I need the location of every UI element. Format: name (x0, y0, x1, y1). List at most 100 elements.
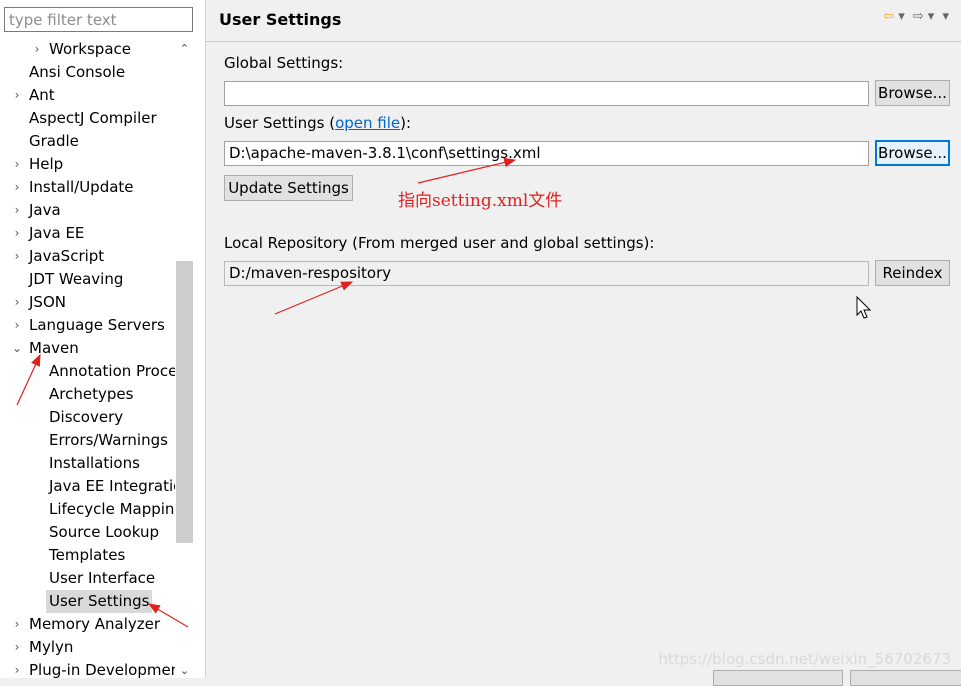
back-menu-icon[interactable]: ▾ (898, 9, 905, 24)
local-repository-field: D:/maven-respository (224, 261, 869, 286)
tree-item[interactable]: Templates (0, 544, 175, 567)
tree-item[interactable]: › Language Servers (0, 314, 175, 337)
tree-item-label: Annotation Processing (49, 362, 175, 380)
tree-item-label: Lifecycle Mappings (49, 500, 175, 518)
local-repository-label: Local Repository (From merged user and g… (224, 234, 655, 252)
tree-item-label: Help (29, 155, 64, 173)
tree-item[interactable]: › JSON (0, 291, 175, 314)
tree-item[interactable]: JDT Weaving (0, 268, 175, 291)
tree-scrollbar[interactable]: ⌃ ⌄ (176, 38, 193, 678)
collapsed-chevron-icon[interactable]: › (11, 636, 23, 659)
collapsed-chevron-icon[interactable]: › (31, 38, 43, 61)
collapsed-chevron-icon[interactable]: › (11, 659, 23, 678)
tree-item[interactable]: › Java (0, 199, 175, 222)
preferences-sidebar: › Workspace Ansi Console › Ant AspectJ Compil… (0, 0, 206, 678)
tree-item[interactable]: Errors/Warnings (0, 429, 175, 452)
back-arrow-icon[interactable]: ⇦ (883, 9, 894, 24)
scroll-up-icon[interactable]: ⌃ (176, 40, 193, 58)
tree-item-label: Memory Analyzer (29, 615, 161, 633)
annotation-text: 指向setting.xml文件 (398, 191, 563, 211)
global-settings-label: Global Settings: (224, 54, 344, 72)
global-settings-field[interactable] (224, 81, 869, 106)
user-settings-field[interactable]: D:\apache-maven-3.8.1\conf\settings.xml (224, 141, 869, 166)
restore-defaults-button[interactable] (713, 670, 843, 686)
collapsed-chevron-icon[interactable]: › (11, 613, 23, 636)
tree-item[interactable]: Archetypes (0, 383, 175, 406)
tree-item[interactable]: User Interface (0, 567, 175, 590)
filter-input[interactable] (5, 8, 192, 31)
tree-item[interactable]: › Ant (0, 84, 175, 107)
tree-item[interactable]: › Workspace (0, 38, 175, 61)
tree-item-label: User Settings (46, 590, 153, 613)
collapsed-chevron-icon[interactable]: › (11, 84, 23, 107)
scroll-thumb[interactable] (176, 261, 193, 543)
collapsed-chevron-icon[interactable]: › (11, 153, 23, 176)
tree-item[interactable]: › Memory Analyzer (0, 613, 175, 636)
tree-item[interactable]: Annotation Processing (0, 360, 175, 383)
apply-button[interactable] (850, 670, 961, 686)
page-nav-tools: ⇦ ▾ ⇨ ▾ ▾ (879, 9, 949, 24)
reindex-button[interactable]: Reindex (875, 260, 950, 286)
view-menu-icon[interactable]: ▾ (942, 9, 949, 24)
forward-menu-icon[interactable]: ▾ (928, 9, 935, 24)
collapsed-chevron-icon[interactable]: › (11, 245, 23, 268)
tree-item[interactable]: User Settings (0, 590, 175, 613)
tree-item-label: Archetypes (49, 385, 134, 403)
open-file-link[interactable]: open file (335, 114, 400, 132)
user-settings-label-text: User Settings ( (224, 114, 336, 132)
tree-item[interactable]: Ansi Console (0, 61, 175, 84)
tree-item[interactable]: › Install/Update (0, 176, 175, 199)
tree-item-label: Java EE (29, 224, 85, 242)
tree-item-label: Language Servers (29, 316, 165, 334)
settings-page: User Settings ⇦ ▾ ⇨ ▾ ▾ Global Settings: B… (206, 0, 961, 686)
forward-arrow-icon[interactable]: ⇨ (913, 9, 924, 24)
expanded-chevron-icon[interactable]: ⌄ (11, 337, 23, 360)
tree-item-label: Install/Update (29, 178, 134, 196)
page-title: User Settings (219, 10, 342, 29)
tree-item[interactable]: Discovery (0, 406, 175, 429)
tree-item-label: Installations (49, 454, 140, 472)
user-browse-button[interactable]: Browse... (875, 140, 950, 166)
tree-item[interactable]: › Mylyn (0, 636, 175, 659)
tree-item-label: Templates (49, 546, 126, 564)
tree-item[interactable]: Source Lookup (0, 521, 175, 544)
tree-item[interactable]: › Plug-in Development (0, 659, 175, 678)
preference-tree: › Workspace Ansi Console › Ant AspectJ Compil… (0, 38, 175, 678)
global-browse-button[interactable]: Browse... (875, 80, 950, 106)
scroll-down-icon[interactable]: ⌄ (176, 662, 193, 678)
tree-item[interactable]: Gradle (0, 130, 175, 153)
tree-item-label: Gradle (29, 132, 79, 150)
tree-item[interactable]: ⌄ Maven (0, 337, 175, 360)
tree-item[interactable]: Installations (0, 452, 175, 475)
tree-item[interactable]: AspectJ Compiler (0, 107, 175, 130)
title-divider (206, 41, 961, 42)
tree-item-label: Workspace (49, 40, 131, 58)
tree-item[interactable]: › JavaScript (0, 245, 175, 268)
collapsed-chevron-icon[interactable]: › (11, 176, 23, 199)
tree-item-label: AspectJ Compiler (29, 109, 157, 127)
tree-item[interactable]: › Help (0, 153, 175, 176)
watermark-text: https://blog.csdn.net/weixin_56702673 (658, 650, 951, 668)
collapsed-chevron-icon[interactable]: › (11, 199, 23, 222)
collapsed-chevron-icon[interactable]: › (11, 222, 23, 245)
tree-item-label: Discovery (49, 408, 124, 426)
tree-item-label: Java (29, 201, 61, 219)
tree-item-label: JSON (29, 293, 66, 311)
tree-item-label: Mylyn (29, 638, 74, 656)
user-settings-label: User Settings (open file): (224, 114, 411, 132)
tree-item-label: JDT Weaving (29, 270, 124, 288)
tree-item-label: Ansi Console (29, 63, 126, 81)
tree-item-label: Java EE Integration (49, 477, 175, 495)
tree-item-label: JavaScript (29, 247, 105, 265)
collapsed-chevron-icon[interactable]: › (11, 291, 23, 314)
update-settings-button[interactable]: Update Settings (224, 175, 353, 201)
tree-item[interactable]: Java EE Integration (0, 475, 175, 498)
tree-item-label: Ant (29, 86, 55, 104)
filter-field[interactable] (4, 7, 193, 32)
tree-item-label: Errors/Warnings (49, 431, 168, 449)
tree-item[interactable]: › Java EE (0, 222, 175, 245)
tree-item-label: Plug-in Development (29, 661, 175, 678)
tree-item[interactable]: Lifecycle Mappings (0, 498, 175, 521)
tree-item-label: User Interface (49, 569, 156, 587)
collapsed-chevron-icon[interactable]: › (11, 314, 23, 337)
